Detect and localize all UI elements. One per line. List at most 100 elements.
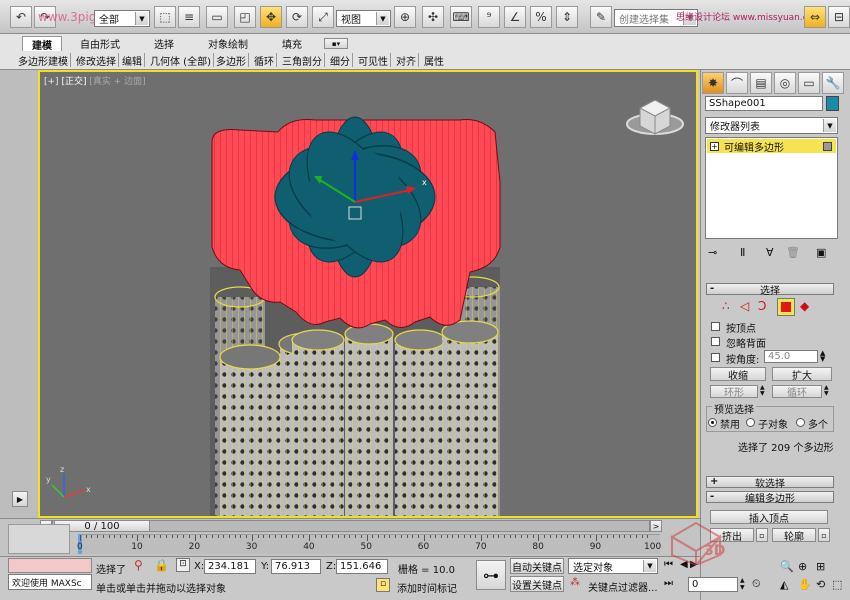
pivot-center-icon[interactable]: ⊕ <box>394 6 416 28</box>
viewcube[interactable] <box>626 99 684 135</box>
subtab-loops[interactable]: 循环 <box>252 53 277 68</box>
key-filters-label[interactable]: 关键点过滤器... <box>588 579 658 594</box>
absolute-mode-icon[interactable]: ⊡ <box>176 558 190 572</box>
object-name-field[interactable]: SShape001 <box>705 96 823 111</box>
subtab-subdivision[interactable]: 细分 <box>328 53 353 68</box>
subtab-polygon-modeling[interactable]: 多边形建模 <box>16 53 71 68</box>
make-unique-icon[interactable]: ∀ <box>766 246 774 259</box>
percent-snap-icon[interactable]: % <box>530 6 552 28</box>
isolate-selection-icon[interactable]: ⚲ <box>134 558 143 572</box>
angle-snap-icon[interactable]: ∠ <box>504 6 526 28</box>
polygon-mode-icon[interactable] <box>777 298 795 316</box>
border-mode-icon[interactable]: Ͻ <box>758 299 766 313</box>
select-by-name-icon[interactable]: ≡ <box>178 6 200 28</box>
pan-icon[interactable]: ✋ <box>798 578 812 591</box>
maxscript-mini-listener[interactable] <box>8 558 92 573</box>
subtab-visibility[interactable]: 可见性 <box>356 53 391 68</box>
edit-named-selection-icon[interactable]: ✎ <box>590 6 612 28</box>
grow-button[interactable]: 扩大 <box>772 367 832 382</box>
align-icon[interactable]: ⊟ <box>828 6 850 28</box>
key-filters-icon[interactable]: ⁂ <box>570 577 580 588</box>
reference-coordinate-dropdown[interactable]: 视图 ▼ <box>336 10 391 27</box>
ribbon-tab-populate[interactable]: 填充 <box>274 36 310 51</box>
ring-button[interactable]: 环形 <box>710 385 758 399</box>
snap-toggle-icon[interactable]: ⁹ <box>478 6 500 28</box>
subtab-edit[interactable]: 编辑 <box>120 53 145 68</box>
preview-off-radio[interactable] <box>708 418 717 427</box>
angle-spinner[interactable]: 45.0 <box>764 350 818 363</box>
subtab-tris[interactable]: 三角剖分 <box>280 53 325 68</box>
by-angle-checkbox[interactable] <box>711 353 720 362</box>
add-time-tag-icon[interactable]: ▫ <box>376 578 390 592</box>
hierarchy-tab-icon[interactable]: ▤ <box>750 72 772 94</box>
zoom-icon[interactable]: 🔍 <box>780 560 794 573</box>
ring-spinner-icon[interactable]: ▲ ▼ <box>760 385 765 397</box>
ribbon-tab-selection[interactable]: 选择 <box>146 36 182 51</box>
subtab-polygons[interactable]: 多边形 <box>214 53 249 68</box>
loop-button[interactable]: 循环 <box>772 385 822 399</box>
zoom-all-icon[interactable]: ⊕ <box>798 560 807 573</box>
subtab-geometry-all[interactable]: 几何体 (全部) <box>148 53 214 68</box>
field-of-view-icon[interactable]: ◭ <box>780 578 788 591</box>
ribbon-tab-modeling[interactable]: 建模 <box>22 36 62 52</box>
pin-stack-icon[interactable]: ⊸ <box>708 246 717 259</box>
frame-spinner-icon[interactable]: ▲ ▼ <box>740 577 745 591</box>
ribbon-tab-object-paint[interactable]: 对象绘制 <box>200 36 256 51</box>
set-key-button[interactable]: 设置关键点 <box>510 576 564 592</box>
undo-icon[interactable]: ↶ <box>10 6 32 28</box>
viewport[interactable]: [+] [正交] [真实 + 边面] x z x y <box>38 70 698 518</box>
add-time-tag-label[interactable]: 添加时间标记 <box>397 580 457 595</box>
selection-rollout-header[interactable]: - 选择 <box>706 283 834 297</box>
loop-spinner-icon[interactable]: ▲ ▼ <box>824 385 829 397</box>
selected-object-dropdown[interactable]: 选定对象 ▼ <box>568 558 658 574</box>
subtab-align[interactable]: 对齐 <box>394 53 419 68</box>
preview-multi-radio[interactable] <box>796 418 805 427</box>
expand-icon[interactable]: + <box>710 141 719 151</box>
spinner-snap-icon[interactable]: ⇕ <box>556 6 578 28</box>
selection-filter-dropdown[interactable]: 全部 ▼ <box>94 10 150 27</box>
soft-selection-rollout-header[interactable]: + 软选择 <box>706 476 834 490</box>
set-key-icon[interactable]: ⊶ <box>476 560 506 590</box>
element-mode-icon[interactable]: ◆ <box>800 299 809 313</box>
scale-icon[interactable]: ⤢ <box>312 6 334 28</box>
maximize-viewport-icon[interactable]: ⬚ <box>832 578 842 591</box>
next-frame-icon[interactable]: ⏭ <box>664 578 673 589</box>
edge-mode-icon[interactable]: ◁ <box>740 299 749 313</box>
create-tab-icon[interactable]: ✸ <box>702 72 724 94</box>
rect-region-icon[interactable]: ▭ <box>206 6 228 28</box>
modify-tab-icon[interactable]: ⌒ <box>726 72 748 94</box>
time-config-icon[interactable]: ⏲ <box>752 577 761 591</box>
vertex-mode-icon[interactable]: ∴ <box>722 299 730 313</box>
object-color-swatch[interactable] <box>826 96 839 111</box>
shrink-button[interactable]: 收缩 <box>710 367 766 382</box>
subtab-modify-selection[interactable]: 修改选择 <box>74 53 119 68</box>
extrude-settings-button[interactable]: ▫ <box>756 528 768 542</box>
motion-tab-icon[interactable]: ◎ <box>774 72 796 94</box>
ribbon-tab-freeform[interactable]: 自由形式 <box>72 36 128 51</box>
zoom-extents-icon[interactable]: ⊞ <box>816 560 825 573</box>
display-tab-icon[interactable]: ▭ <box>798 72 820 94</box>
z-coord-field[interactable]: 151.646 <box>336 559 388 574</box>
by-vertex-checkbox[interactable] <box>711 322 720 331</box>
keyboard-shortcut-icon[interactable]: ⌨ <box>450 6 472 28</box>
selection-lock-icon[interactable]: 🔒 <box>154 558 169 572</box>
x-coord-field[interactable]: 234.181 <box>204 559 256 574</box>
window-crossing-icon[interactable]: ◰ <box>234 6 256 28</box>
y-coord-field[interactable]: 76.913 <box>271 559 321 574</box>
auto-key-button[interactable]: 自动关键点 <box>510 558 564 574</box>
ribbon-options-button[interactable]: ▪▾ <box>324 38 348 49</box>
edit-polygons-rollout-header[interactable]: - 编辑多边形 <box>706 491 834 505</box>
expand-track-bar-button[interactable]: ▶ <box>12 491 28 507</box>
maxscript-welcome[interactable]: 欢迎使用 MAXSc <box>8 574 92 590</box>
show-end-result-icon[interactable]: Ⅱ <box>740 246 745 259</box>
subtab-properties[interactable]: 属性 <box>422 53 446 68</box>
move-icon[interactable]: ✥ <box>260 6 282 28</box>
remove-modifier-icon[interactable]: 🗑 <box>786 246 800 259</box>
current-frame-field[interactable]: 0 <box>688 577 738 592</box>
utilities-tab-icon[interactable]: 🔧 <box>822 72 844 94</box>
rotate-icon[interactable]: ⟳ <box>286 6 308 28</box>
angle-spinner-arrows-icon[interactable]: ▲ ▼ <box>820 350 825 363</box>
preview-subobject-radio[interactable] <box>746 418 755 427</box>
modifier-stack-item[interactable]: + 可编辑多边形 <box>707 139 836 154</box>
select-object-icon[interactable]: ⬚ <box>154 6 176 28</box>
